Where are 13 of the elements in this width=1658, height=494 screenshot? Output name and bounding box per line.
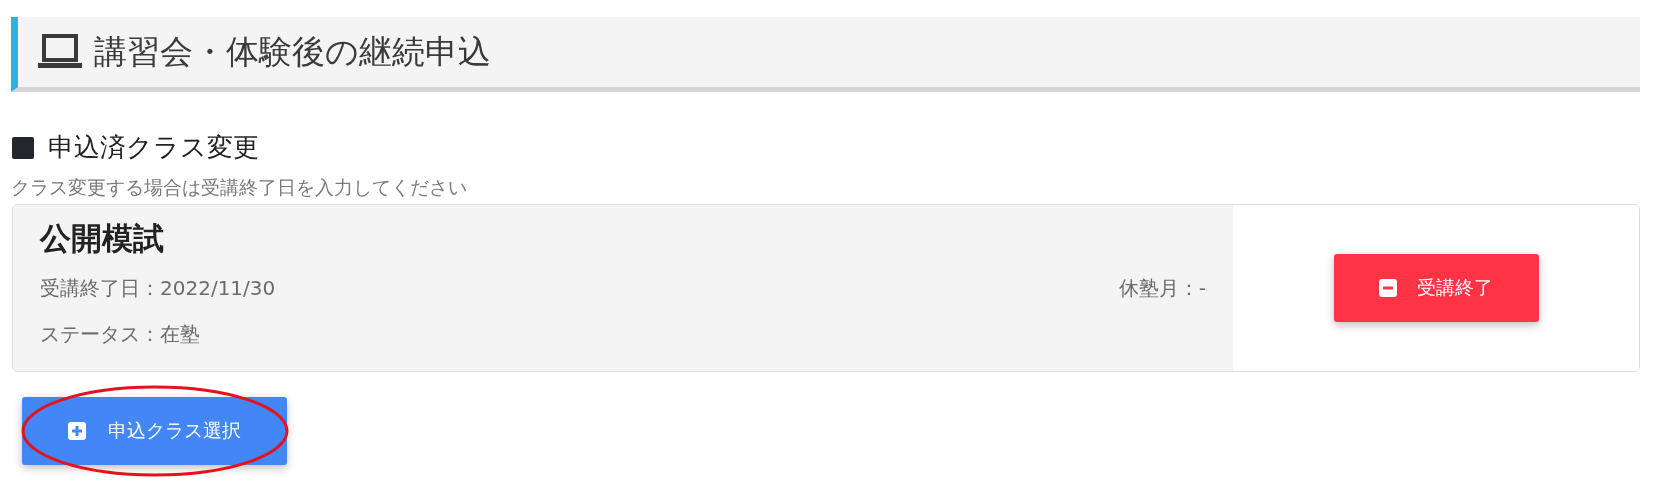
plus-icon xyxy=(68,421,86,440)
status-text: ステータス：在塾 xyxy=(40,321,201,348)
end-date-text: 受講終了日：2022/11/30 xyxy=(40,275,276,302)
square-icon xyxy=(12,136,34,159)
class-title: 公開模試 xyxy=(40,218,165,258)
laptop-icon xyxy=(38,34,82,70)
hint-text: クラス変更する場合は受講終了日を入力してください xyxy=(11,175,468,200)
end-course-button[interactable]: 受講終了 xyxy=(1333,253,1539,322)
minus-icon xyxy=(1379,278,1397,297)
select-class-button[interactable]: 申込クラス選択 xyxy=(22,396,287,465)
section-heading: 申込済クラス変更 xyxy=(48,131,259,164)
page-title: 講習会・体験後の継続申込 xyxy=(94,31,491,74)
suspension-month-text: 休塾月：- xyxy=(1118,275,1206,302)
